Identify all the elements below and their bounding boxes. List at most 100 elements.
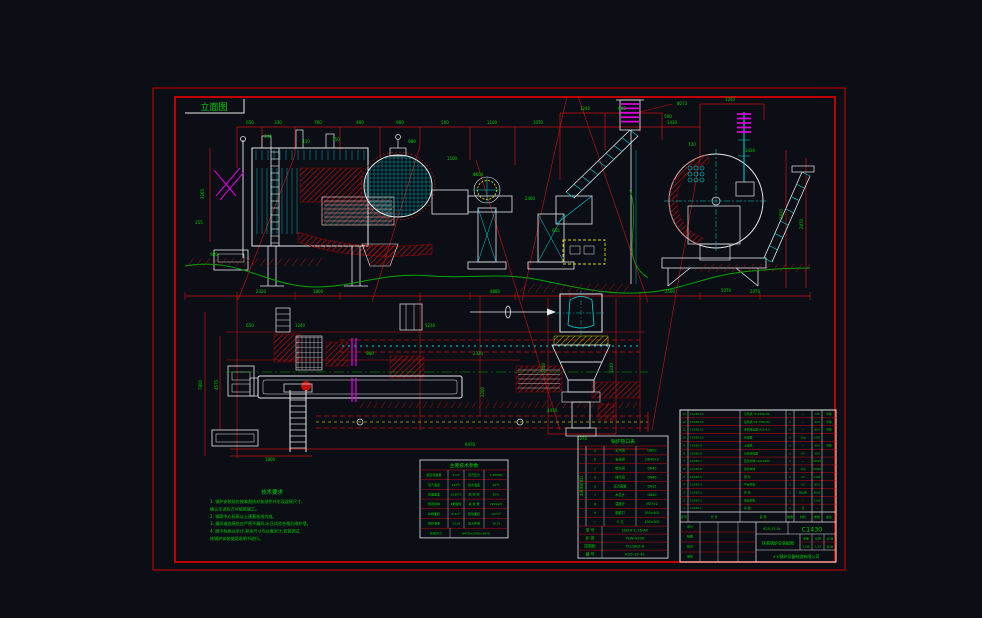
svg-text:2650: 2650 bbox=[541, 362, 546, 373]
notes-block: 技术要求 1. 锅炉安装前应按本图核对各部件外形及连接尺寸, 确认无误后方可组装… bbox=[210, 488, 311, 541]
svg-text:DN40: DN40 bbox=[648, 475, 657, 479]
outlet-duct bbox=[432, 190, 468, 214]
svg-text:外购: 外购 bbox=[826, 412, 832, 416]
svg-text:5230: 5230 bbox=[425, 323, 436, 328]
svg-text:20℃: 20℃ bbox=[492, 483, 500, 487]
svg-text:350: 350 bbox=[332, 137, 340, 142]
cad-canvas[interactable]: 立面图 bbox=[0, 0, 982, 618]
svg-text:1500: 1500 bbox=[447, 156, 458, 161]
svg-text:炉 墙: 炉 墙 bbox=[744, 490, 751, 494]
svg-text:980: 980 bbox=[815, 443, 820, 447]
mill-lining bbox=[669, 155, 709, 246]
svg-text:备注: 备注 bbox=[826, 514, 832, 519]
svg-text:编 号: 编 号 bbox=[586, 552, 595, 557]
svg-text:655: 655 bbox=[552, 228, 560, 233]
svg-text:排污阀: 排污阀 bbox=[615, 474, 625, 479]
svg-text:锅炉管口表: 锅炉管口表 bbox=[611, 438, 635, 445]
title-block: 设计制图校对审核K25-17-4cC1430快装锅炉总装配图重量比例共1张23.… bbox=[680, 522, 836, 562]
svg-text:压力表管: 压力表管 bbox=[614, 483, 627, 488]
svg-text:比例: 比例 bbox=[815, 537, 821, 541]
svg-text:4 t/h: 4 t/h bbox=[453, 473, 460, 477]
svg-text:720: 720 bbox=[688, 142, 696, 147]
svg-text:主要技术参数: 主要技术参数 bbox=[450, 462, 479, 469]
svg-text:1: 1 bbox=[789, 412, 791, 416]
svg-text:13: 13 bbox=[682, 412, 686, 416]
svg-text:K25-17-4c: K25-17-4c bbox=[763, 527, 780, 531]
dimension-labels: 6503307604009005001100105012406001430124… bbox=[195, 97, 804, 462]
svg-text:审核: 审核 bbox=[687, 554, 693, 559]
svg-text:YLW-4200: YLW-4200 bbox=[626, 536, 645, 541]
svg-text:255: 255 bbox=[195, 220, 203, 225]
svg-text:15800: 15800 bbox=[813, 467, 822, 471]
svg-text:8600: 8600 bbox=[814, 490, 821, 494]
ash-hopper bbox=[362, 244, 398, 266]
svg-text:4880: 4880 bbox=[490, 289, 501, 294]
svg-text:C1430.5: C1430.5 bbox=[690, 475, 702, 479]
svg-text:1: 1 bbox=[789, 490, 791, 494]
svg-text:a: a bbox=[594, 449, 596, 453]
view-label-text: 立面图 bbox=[200, 101, 227, 113]
svg-text:上煤机: 上煤机 bbox=[744, 443, 753, 447]
plan-ladder-rungs bbox=[290, 394, 306, 448]
svg-text:f: f bbox=[594, 493, 596, 497]
svg-text:10: 10 bbox=[682, 436, 686, 440]
svg-text:1240: 1240 bbox=[295, 323, 306, 328]
svg-text:400×300: 400×300 bbox=[645, 520, 660, 524]
svg-text:最大件重: 最大件重 bbox=[468, 521, 480, 526]
svg-text:1800: 1800 bbox=[265, 457, 276, 462]
svg-text:2: 2 bbox=[683, 498, 685, 502]
svg-text:控制柜: 控制柜 bbox=[584, 544, 596, 549]
svg-text:760: 760 bbox=[314, 120, 322, 125]
svg-text:外购: 外购 bbox=[826, 428, 832, 432]
svg-text:23.6t: 23.6t bbox=[452, 522, 461, 526]
svg-text:127m²: 127m² bbox=[491, 512, 502, 516]
svg-text:Φ600: Φ600 bbox=[473, 172, 484, 177]
svg-text:550×400: 550×400 bbox=[645, 511, 660, 515]
svg-text:h: h bbox=[594, 511, 596, 515]
svg-text:K25-17-4c: K25-17-4c bbox=[625, 552, 644, 557]
svg-text:3265: 3265 bbox=[200, 188, 205, 199]
mill-ladder-rungs bbox=[764, 172, 810, 262]
svg-text:炉排面积: 炉排面积 bbox=[428, 511, 440, 516]
conveyor-rungs bbox=[566, 130, 638, 198]
svg-text:1350: 1350 bbox=[814, 436, 821, 440]
svg-text:2320: 2320 bbox=[256, 289, 267, 294]
svg-text:160: 160 bbox=[815, 451, 820, 455]
svg-text:1: 1 bbox=[789, 467, 791, 471]
svg-text:1100: 1100 bbox=[487, 120, 498, 125]
svg-text:1.25MPa: 1.25MPa bbox=[490, 473, 503, 477]
svg-text:C1430.4: C1430.4 bbox=[690, 483, 702, 487]
svg-text:代 号: 代 号 bbox=[711, 514, 718, 519]
svg-text:排烟温度: 排烟温度 bbox=[428, 491, 440, 496]
svg-text:e: e bbox=[594, 484, 596, 488]
svg-text:6470: 6470 bbox=[465, 442, 476, 447]
svg-text:860: 860 bbox=[815, 428, 820, 432]
svg-text:外购: 外购 bbox=[826, 420, 832, 424]
svg-text:2320: 2320 bbox=[473, 351, 484, 356]
svg-text:20g: 20g bbox=[801, 467, 806, 471]
parameter-table: 主要技术参数额定蒸发量4 t/h蒸汽压力1.25MPa蒸汽温度194℃给水温度2… bbox=[420, 460, 508, 538]
svg-text:—: — bbox=[802, 499, 805, 502]
svg-text:C1430.1: C1430.1 bbox=[690, 506, 702, 510]
cyclone-cone bbox=[552, 345, 610, 362]
svg-text:8: 8 bbox=[683, 451, 685, 455]
svg-text:1240: 1240 bbox=[725, 97, 736, 102]
svg-text:安全阀: 安全阀 bbox=[615, 457, 625, 462]
svg-text:热 效 率: 热 效 率 bbox=[469, 491, 480, 496]
svg-text:3200: 3200 bbox=[480, 386, 485, 397]
svg-text:钢 架: 钢 架 bbox=[744, 475, 751, 479]
svg-text:给水阀: 给水阀 bbox=[615, 465, 625, 470]
svg-text:C1430.2: C1430.2 bbox=[690, 498, 702, 502]
svg-text:锅炉本体: 锅炉本体 bbox=[744, 467, 755, 471]
svg-text:1240: 1240 bbox=[580, 106, 591, 111]
svg-text:2400: 2400 bbox=[525, 196, 536, 201]
svg-text:C1430.12: C1430.12 bbox=[690, 420, 704, 424]
svg-text:1430: 1430 bbox=[667, 120, 678, 125]
svg-text:鼓风机 G4-73No.6C: 鼓风机 G4-73No.6C bbox=[744, 420, 770, 424]
svg-text:1. 锅炉安装前应按本图核对各部件外形及连接尺寸,: 1. 锅炉安装前应按本图核对各部件外形及连接尺寸, bbox=[210, 498, 302, 504]
svg-text:共1张: 共1张 bbox=[827, 537, 834, 541]
svg-text:900: 900 bbox=[396, 120, 404, 125]
svg-text:数量: 数量 bbox=[787, 514, 793, 519]
svg-text:1: 1 bbox=[683, 506, 685, 510]
steam-drum bbox=[364, 155, 432, 217]
